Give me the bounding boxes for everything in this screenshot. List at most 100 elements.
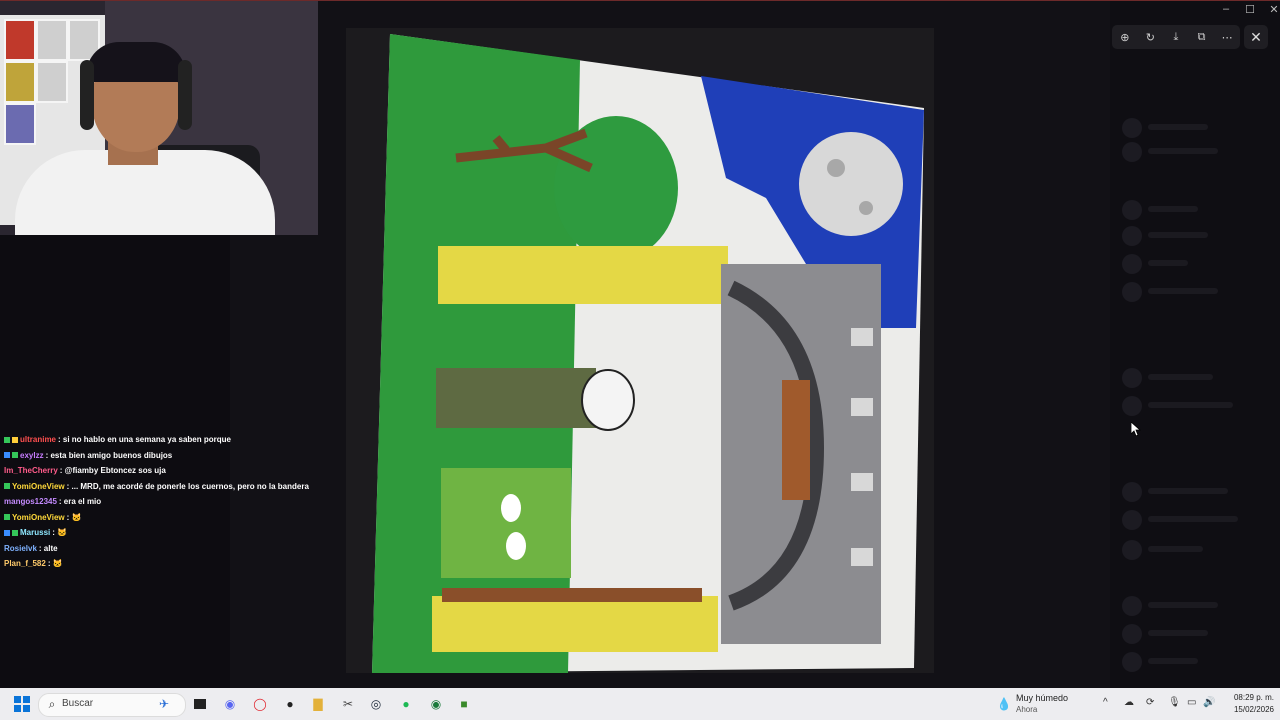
more-icon[interactable]: ⋯ [1218,28,1236,46]
minecraft-icon[interactable]: ■ [454,694,474,714]
volume-icon[interactable]: 🔊 [1203,697,1215,708]
window-close-button[interactable]: ✕ [1267,3,1280,16]
shelf-item [36,61,68,103]
viewer-toolbar: ⊕ ↻ ⤓ ⧉ ⋯ [1112,25,1240,49]
character-head [581,369,635,431]
member-avatar [1122,368,1142,388]
clock-time[interactable]: 08:29 p. m. [1222,693,1274,702]
member-name-placeholder [1148,374,1213,380]
download-icon[interactable]: ⤓ [1167,28,1185,46]
start-windows-icon[interactable] [12,694,32,714]
chat-username[interactable]: YomiOneView [12,482,65,491]
chat-text: : 🐱 [66,512,82,522]
battlement [851,328,873,346]
chat-message: Rosielvk: alte [4,541,334,557]
chat-badge-icon [12,452,18,459]
weather-title[interactable]: Muy húmedo [1016,693,1068,703]
chat-message: YomiOneView: ... MRD, me acordé de poner… [4,479,334,495]
spotify-icon[interactable]: ● [396,694,416,714]
tray-app-icon[interactable]: ⟳ [1146,697,1154,708]
chat-text: : esta bien amigo buenos dibujos [45,450,173,460]
chat-username[interactable]: Marussi [20,528,50,537]
microphone-icon[interactable]: 🎙 [1168,697,1181,708]
shelf-item [36,19,68,61]
member-avatar [1122,540,1142,560]
member-avatar [1122,396,1142,416]
maximize-button[interactable]: ☐ [1243,3,1257,16]
chat-text: : era el mio [58,497,102,506]
headphones-icon [178,60,192,130]
chat-username[interactable]: Rosielvk [4,544,37,553]
pillar-bottom [432,596,718,652]
xbox-icon[interactable]: ◉ [426,694,446,714]
search-icon: ⌕ [48,696,56,711]
chat-username[interactable]: exylzz [20,451,44,460]
drawing-photo [346,28,934,673]
chat-username[interactable]: Plan_f_582 [4,559,46,568]
background-member-list [1110,0,1280,688]
chat-message: mangos12345: era el mio [4,494,334,510]
minimize-button[interactable]: – [1219,3,1233,15]
chat-username[interactable]: ultranime [20,435,56,444]
webcam-hair [86,42,186,82]
chat-badge-icon [12,529,18,536]
rotate-icon[interactable]: ↻ [1141,28,1159,46]
file-explorer-icon[interactable]: ▇ [308,694,328,714]
member-name-placeholder [1148,546,1203,552]
chat-username[interactable]: mangos12345 [4,497,57,506]
creature-eye [501,494,521,522]
zoom-icon[interactable]: ⊕ [1116,28,1134,46]
chat-message: exylzz: esta bien amigo buenos dibujos [4,448,334,464]
streamer-webcam [0,0,318,235]
chat-text: : 🐱 [52,528,68,537]
chevron-up-icon[interactable]: ^ [1103,697,1108,708]
member-name-placeholder [1148,148,1218,154]
member-name-placeholder [1148,516,1238,522]
battlement [851,473,873,491]
drawing-illustration [346,28,934,673]
member-avatar [1122,652,1142,672]
character-body [436,368,596,428]
steam-icon[interactable]: ◎ [366,694,386,714]
moon-crater [859,201,873,215]
member-avatar [1122,482,1142,502]
open-external-icon[interactable]: ⧉ [1193,28,1211,46]
weather-icon[interactable]: 💧 [994,694,1014,714]
battlement [851,548,873,566]
member-name-placeholder [1148,602,1218,608]
clock-date[interactable]: 15/02/2026 [1222,705,1274,714]
creature-eye [506,532,526,560]
member-name-placeholder [1148,402,1233,408]
network-icon[interactable]: ▭ [1187,697,1196,708]
viewer-top-border [0,0,1280,1]
battlement [851,398,873,416]
weather-subtitle: Ahora [1016,705,1038,714]
member-avatar [1122,254,1142,274]
member-name-placeholder [1148,232,1208,238]
member-avatar [1122,200,1142,220]
member-avatar [1122,510,1142,530]
chat-username[interactable]: YomiOneView [12,513,65,522]
chat-badge-icon [4,529,10,536]
task-view-icon[interactable] [190,694,210,714]
viewer-close-button[interactable]: ✕ [1244,25,1268,49]
chat-username[interactable]: Im_TheCherry [4,466,58,475]
chat-badge-icon [12,436,18,443]
green-creature [441,468,571,578]
chat-text: : @fiamby Ebtoncez sos uja [59,466,166,475]
chat-badge-icon [4,452,10,459]
hell-sign [782,380,810,500]
app-icon[interactable]: ✂ [338,694,358,714]
member-name-placeholder [1148,658,1198,664]
discord-icon[interactable]: ◉ [220,694,240,714]
obs-icon[interactable]: ● [280,694,300,714]
chat-message: ultranime: si no hablo en una semana ya … [4,432,334,448]
chat-text: : si no hablo en una semana ya saben por… [58,435,231,444]
creature-tail [442,588,702,602]
member-name-placeholder [1148,206,1198,212]
tray-app-icon[interactable]: ☁ [1124,697,1134,708]
member-avatar [1122,226,1142,246]
member-avatar [1122,118,1142,138]
moon-crater [827,159,845,177]
opera-icon[interactable]: ◯ [250,694,270,714]
